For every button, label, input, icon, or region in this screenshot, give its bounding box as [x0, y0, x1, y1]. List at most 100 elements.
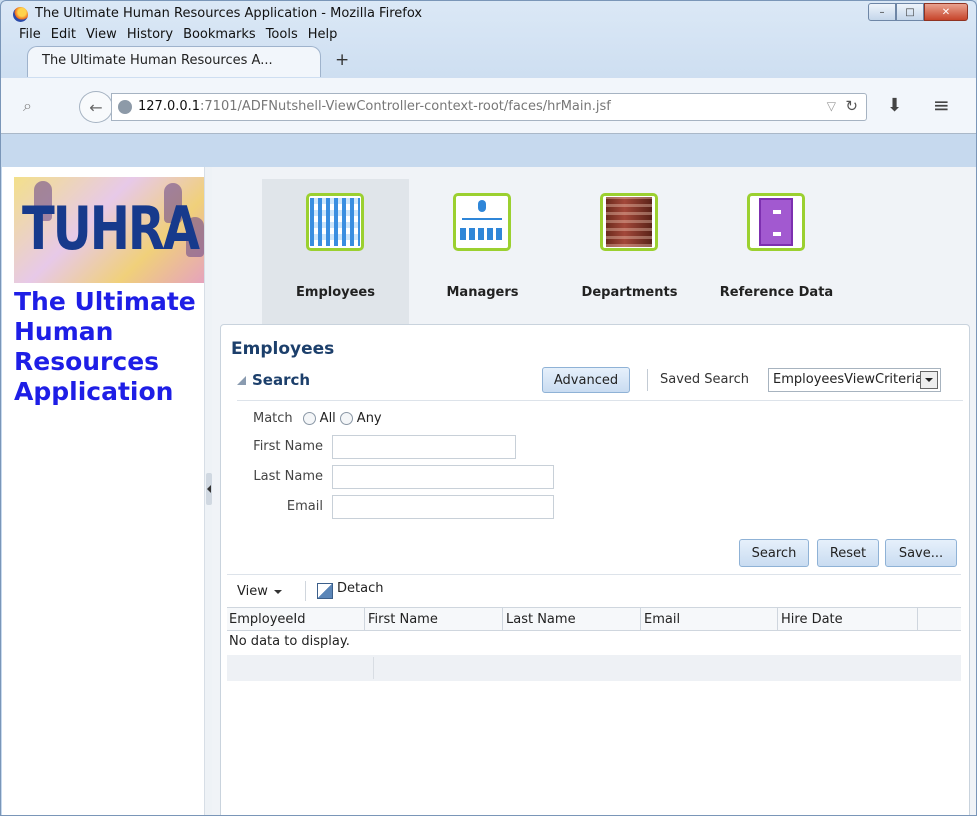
tab-departments-label: Departments — [581, 285, 678, 300]
save-button[interactable]: Save... — [885, 539, 957, 567]
search-toggle[interactable]: Search — [237, 371, 310, 389]
app-name: The Ultimate Human Resources Application — [14, 287, 196, 406]
pane-splitter[interactable] — [204, 167, 212, 815]
first-name-label: First Name — [253, 439, 323, 454]
reload-icon[interactable]: ↻ — [845, 97, 858, 115]
saved-search-value: EmployeesViewCriteria — [773, 372, 924, 387]
menu-view[interactable]: View — [86, 27, 117, 42]
column-divider — [502, 608, 503, 631]
departments-icon — [600, 193, 658, 251]
match-all-radio[interactable] — [302, 412, 316, 425]
url-text: 127.0.0.1:7101/ADFNutshell-ViewControlle… — [138, 99, 611, 114]
menu-bar: File Edit View History Bookmarks Tools H… — [19, 27, 337, 42]
search-toggle-label: Search — [252, 371, 311, 389]
saved-search-label: Saved Search — [660, 372, 749, 387]
search-icon[interactable]: ⌕ — [23, 96, 41, 115]
match-any-label: Any — [356, 411, 382, 426]
tab-managers[interactable]: Managers — [409, 179, 556, 324]
advanced-button[interactable]: Advanced — [542, 367, 630, 393]
column-divider — [364, 608, 365, 631]
tab-employees[interactable]: Employees — [262, 179, 409, 324]
tab-reference-data-label: Reference Data — [719, 285, 834, 300]
menu-help[interactable]: Help — [308, 27, 338, 42]
footer-divider — [373, 657, 374, 679]
browser-window: The Ultimate Human Resources Application… — [0, 0, 977, 816]
browser-tab-title: The Ultimate Human Resources A... — [42, 53, 273, 68]
panel-title: Employees — [231, 339, 335, 359]
column-divider — [917, 608, 918, 631]
column-header-last-name[interactable]: Last Name — [506, 612, 576, 627]
firefox-logo-icon — [13, 7, 28, 22]
main-pane: Employees Managers Departments Reference… — [212, 167, 976, 815]
column-header-employeeid[interactable]: EmployeeId — [229, 612, 305, 627]
browser-tab[interactable]: The Ultimate Human Resources A... — [27, 46, 321, 77]
table-header: EmployeeId First Name Last Name Email Hi… — [227, 607, 961, 631]
close-button[interactable]: ✕ — [924, 3, 968, 21]
menu-bookmarks[interactable]: Bookmarks — [183, 27, 256, 42]
navigation-tabs: Employees Managers Departments Reference… — [262, 179, 850, 324]
email-label: Email — [286, 499, 323, 514]
reference-data-icon — [747, 193, 805, 251]
first-name-input[interactable] — [332, 435, 516, 459]
window-title: The Ultimate Human Resources Application… — [35, 6, 423, 21]
saved-search-select[interactable]: EmployeesViewCriteria — [768, 368, 941, 392]
column-header-first-name[interactable]: First Name — [368, 612, 438, 627]
search-header: Search Advanced Saved Search EmployeesVi… — [237, 365, 963, 401]
new-tab-button[interactable]: + — [335, 50, 349, 70]
tab-reference-data[interactable]: Reference Data — [703, 179, 850, 324]
url-path: :7101/ADFNutshell-ViewController-context… — [200, 99, 611, 114]
tab-managers-label: Managers — [446, 285, 519, 300]
page-viewport: TUHRA The Ultimate Human Resources Appli… — [2, 167, 976, 815]
browser-tab-strip: The Ultimate Human Resources A... + — [1, 44, 976, 78]
view-menu-label: View — [237, 584, 268, 599]
match-row: Match All Any — [253, 411, 382, 426]
employees-icon — [306, 193, 364, 251]
column-header-email[interactable]: Email — [644, 612, 680, 627]
last-name-input[interactable] — [332, 465, 554, 489]
maximize-button[interactable]: □ — [896, 3, 924, 21]
logo-text: TUHRA — [22, 194, 200, 264]
column-header-hire-date[interactable]: Hire Date — [781, 612, 843, 627]
disclosure-triangle-icon — [237, 376, 246, 385]
table-footer — [227, 655, 961, 681]
download-icon[interactable]: ⬇ — [887, 95, 902, 116]
reset-button[interactable]: Reset — [817, 539, 879, 567]
employees-panel: Employees Search Advanced Saved Search E… — [220, 324, 970, 815]
toolbar-divider — [305, 581, 306, 601]
match-any-radio[interactable] — [339, 412, 353, 425]
menu-history[interactable]: History — [127, 27, 173, 42]
empty-message: No data to display. — [229, 634, 350, 649]
column-divider — [777, 608, 778, 631]
divider — [647, 369, 648, 391]
employees-table: EmployeeId First Name Last Name Email Hi… — [227, 607, 961, 681]
view-menu[interactable]: View — [237, 584, 282, 599]
navigation-bar: ⌕ ← 127.0.0.1:7101/ADFNutshell-ViewContr… — [1, 78, 976, 134]
window-controls: – □ ✕ — [868, 3, 968, 21]
hamburger-menu-icon[interactable]: ≡ — [933, 93, 950, 117]
minimize-button[interactable]: – — [868, 3, 896, 21]
email-input[interactable] — [332, 495, 554, 519]
search-button[interactable]: Search — [739, 539, 809, 567]
tuhra-logo: TUHRA — [14, 177, 208, 283]
tab-departments[interactable]: Departments — [556, 179, 703, 324]
match-label: Match — [253, 411, 293, 426]
menu-edit[interactable]: Edit — [51, 27, 76, 42]
title-bar: The Ultimate Human Resources Application… — [1, 1, 976, 27]
url-bar[interactable]: 127.0.0.1:7101/ADFNutshell-ViewControlle… — [111, 93, 867, 121]
results-toolbar: View Detach — [227, 574, 961, 606]
back-arrow-icon: ← — [89, 97, 103, 117]
managers-icon — [453, 193, 511, 251]
menu-file[interactable]: File — [19, 27, 41, 42]
menu-tools[interactable]: Tools — [266, 27, 298, 42]
column-divider — [640, 608, 641, 631]
url-host: 127.0.0.1 — [138, 99, 201, 114]
tab-employees-label: Employees — [296, 285, 375, 300]
left-pane: TUHRA The Ultimate Human Resources Appli… — [2, 167, 208, 815]
dropdown-arrow-icon[interactable] — [920, 371, 938, 389]
last-name-label: Last Name — [253, 469, 323, 484]
detach-icon[interactable] — [317, 583, 333, 599]
match-all-label: All — [319, 411, 336, 426]
url-history-dropdown-icon[interactable]: ▽ — [827, 99, 836, 113]
detach-button[interactable]: Detach — [337, 581, 383, 596]
back-button[interactable]: ← — [79, 91, 113, 123]
